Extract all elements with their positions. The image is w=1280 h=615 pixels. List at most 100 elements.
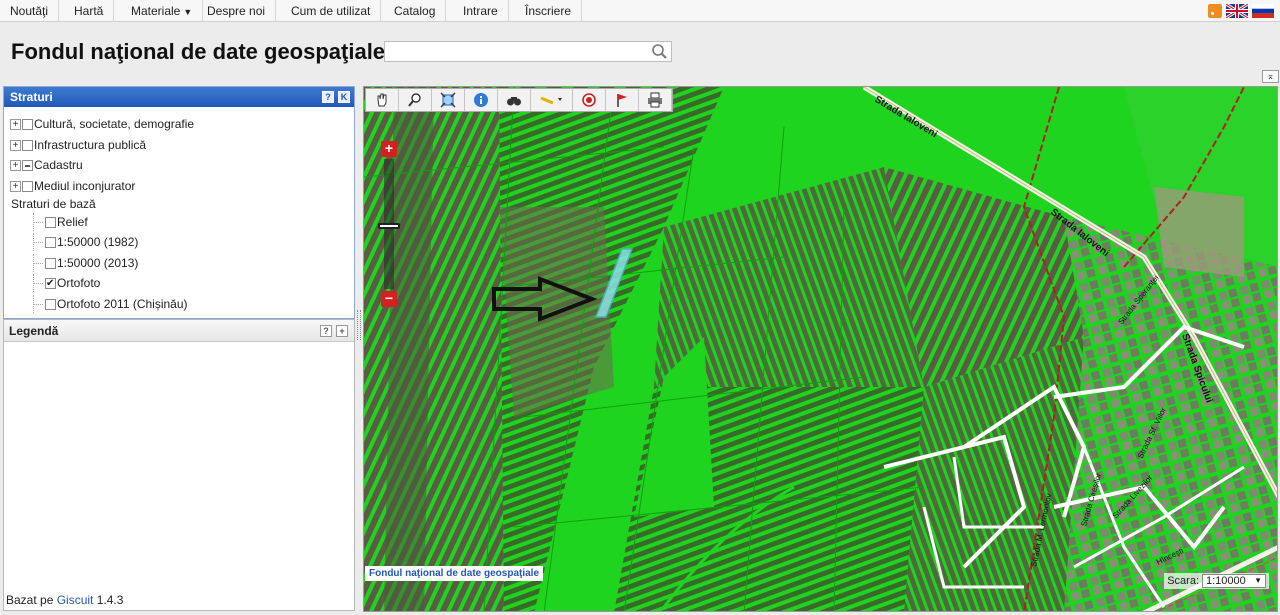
layer-group-label: Mediul inconjurator — [34, 179, 136, 193]
tree-branch — [33, 295, 45, 313]
legend-help-button[interactable]: ? — [320, 325, 332, 337]
layer-checkbox[interactable] — [45, 257, 56, 269]
layer-checkbox[interactable] — [22, 139, 33, 151]
nav-item-label: Cum de utilizat — [291, 4, 371, 18]
layer-group-label: Cadastru — [34, 158, 83, 172]
nav-item-despre-noi[interactable]: Despre noi — [197, 0, 277, 22]
caret-down-icon: ▼ — [183, 7, 193, 17]
nav-item-cum-de-utilizat[interactable]: Cum de utilizat — [281, 0, 382, 22]
tree-branch — [33, 233, 45, 251]
tree-branch — [33, 254, 45, 272]
layer-group-mediul: + Mediul inconjurator — [10, 177, 135, 195]
pan-icon[interactable] — [366, 89, 399, 111]
layer-group-infrastructura: + Infrastructura publică — [10, 136, 146, 154]
layer-checkbox[interactable] — [45, 298, 56, 310]
tree-branch — [33, 274, 45, 292]
base-layer-label: Ortofoto — [57, 276, 101, 290]
base-layer-label: Ortofoto 2011 (Chișinău) — [57, 297, 188, 311]
base-layer-label: Relief — [57, 215, 88, 229]
expand-icon[interactable]: + — [10, 180, 21, 192]
map-view[interactable]: Strada Ialoveni Strada Ialoveni Strada S… — [363, 86, 1278, 612]
nav-item-label: Materiale — [131, 4, 181, 18]
nav-item-label: Noutăţi — [10, 4, 49, 18]
layers-panel-title: Straturi — [10, 90, 53, 104]
layer-group-label: Cultură, societate, demografie — [34, 117, 195, 131]
info-icon[interactable] — [465, 89, 498, 111]
base-layer-label: 1:50000 (1982) — [57, 235, 139, 249]
tree-branch — [33, 213, 45, 231]
nav-item-noutati[interactable]: Noutăţi — [0, 0, 60, 22]
base-layer-label: 1:50000 (2013) — [57, 256, 139, 270]
expand-icon[interactable]: + — [10, 118, 21, 130]
layer-checkbox[interactable] — [22, 180, 33, 192]
base-layer-ortofoto-2011: Ortofoto 2011 (Chișinău) — [26, 295, 188, 313]
full-extent-icon[interactable] — [432, 89, 465, 111]
scale-select[interactable]: 1:10000 ▼ — [1202, 574, 1266, 588]
layers-collapse-button[interactable]: K — [338, 91, 350, 103]
footer-version: 1.4.3 — [96, 593, 124, 607]
base-layer-2013: 1:50000 (2013) — [26, 254, 138, 272]
giscuit-link[interactable]: Giscuit — [57, 593, 94, 607]
nav-item-inscriere[interactable]: Înscriere — [515, 0, 583, 22]
nav-item-materiale[interactable]: Materiale ▼ — [121, 0, 204, 22]
find-icon[interactable] — [498, 89, 531, 111]
layer-group-label: Infrastructura publică — [34, 138, 147, 152]
measure-icon[interactable] — [531, 89, 573, 111]
draw-point-icon[interactable] — [573, 89, 606, 111]
layer-group-cultura: + Cultură, societate, demografie — [10, 115, 194, 133]
base-layers-title: Straturi de bază — [11, 197, 96, 211]
search-input[interactable] — [384, 41, 672, 62]
top-navigation: Noutăţi Hartă Materiale ▼ Despre noi Cum … — [0, 0, 1280, 22]
english-flag-icon[interactable] — [1226, 4, 1248, 18]
nav-item-label: Despre noi — [207, 4, 266, 18]
zoom-slider-handle[interactable] — [378, 223, 400, 229]
base-layer-1982: 1:50000 (1982) — [26, 233, 138, 251]
footer-prefix: Bazat pe — [6, 593, 54, 607]
expand-icon[interactable]: + — [10, 159, 21, 171]
layer-checkbox[interactable] — [22, 118, 33, 130]
scale-value: 1:10000 — [1206, 575, 1246, 587]
layer-checkbox[interactable] — [45, 275, 56, 293]
chevron-down-icon: ▼ — [1254, 576, 1262, 585]
print-icon[interactable] — [639, 89, 672, 111]
map-canvas[interactable]: Strada Ialoveni Strada Ialoveni Strada S… — [364, 87, 1278, 612]
legend-panel-header: Legendă ? + — [4, 320, 354, 342]
legend-panel: Legendă ? + — [3, 319, 355, 611]
zoom-in-button[interactable]: + — [381, 141, 397, 157]
nav-item-catalog[interactable]: Catalog — [384, 0, 447, 22]
flag-icon[interactable] — [606, 89, 639, 111]
russian-flag-icon[interactable] — [1252, 4, 1274, 18]
panel-splitter[interactable] — [357, 310, 361, 340]
nav-item-label: Catalog — [394, 4, 436, 18]
legend-panel-title: Legendă — [9, 324, 59, 338]
language-flags — [1208, 4, 1274, 18]
footer: Bazat pe Giscuit 1.4.3 — [6, 593, 123, 607]
layers-panel-header: Straturi ? K — [4, 87, 354, 107]
map-toolbar — [365, 88, 673, 112]
nav-item-label: Intrare — [463, 4, 498, 18]
zoom-out-button[interactable]: − — [381, 291, 397, 307]
base-layer-relief: Relief — [26, 213, 88, 231]
layer-checkbox[interactable] — [45, 216, 56, 228]
scale-control: Scara: 1:10000 ▼ — [1164, 573, 1269, 589]
layer-group-cadastru: + Cadastru — [10, 156, 83, 174]
map-attribution[interactable]: Fondul naţional de date geospaţiale — [365, 566, 544, 581]
nav-item-label: Înscriere — [525, 4, 572, 18]
layer-checkbox[interactable] — [22, 159, 33, 171]
layers-help-button[interactable]: ? — [322, 91, 334, 103]
base-layer-ortofoto: Ortofoto — [26, 274, 101, 293]
nav-item-harta[interactable]: Hartă — [64, 0, 115, 22]
nav-item-label: Hartă — [74, 4, 104, 18]
nav-item-intrare[interactable]: Intrare — [453, 0, 509, 22]
rss-icon[interactable] — [1208, 4, 1222, 18]
search-icon[interactable] — [651, 43, 668, 60]
page-title: Fondul naţional de date geospaţiale — [11, 39, 386, 64]
scale-label: Scara: — [1167, 575, 1199, 587]
legend-expand-button[interactable]: + — [336, 325, 348, 337]
layers-panel: Straturi ? K + Cultură, societate, demog… — [3, 86, 355, 319]
zoom-box-icon[interactable] — [399, 89, 432, 111]
layer-checkbox[interactable] — [45, 236, 56, 248]
page-header: Fondul naţional de date geospaţiale — [0, 23, 1280, 85]
collapse-header-button[interactable]: ⌅ — [1262, 70, 1279, 83]
expand-icon[interactable]: + — [10, 139, 21, 151]
